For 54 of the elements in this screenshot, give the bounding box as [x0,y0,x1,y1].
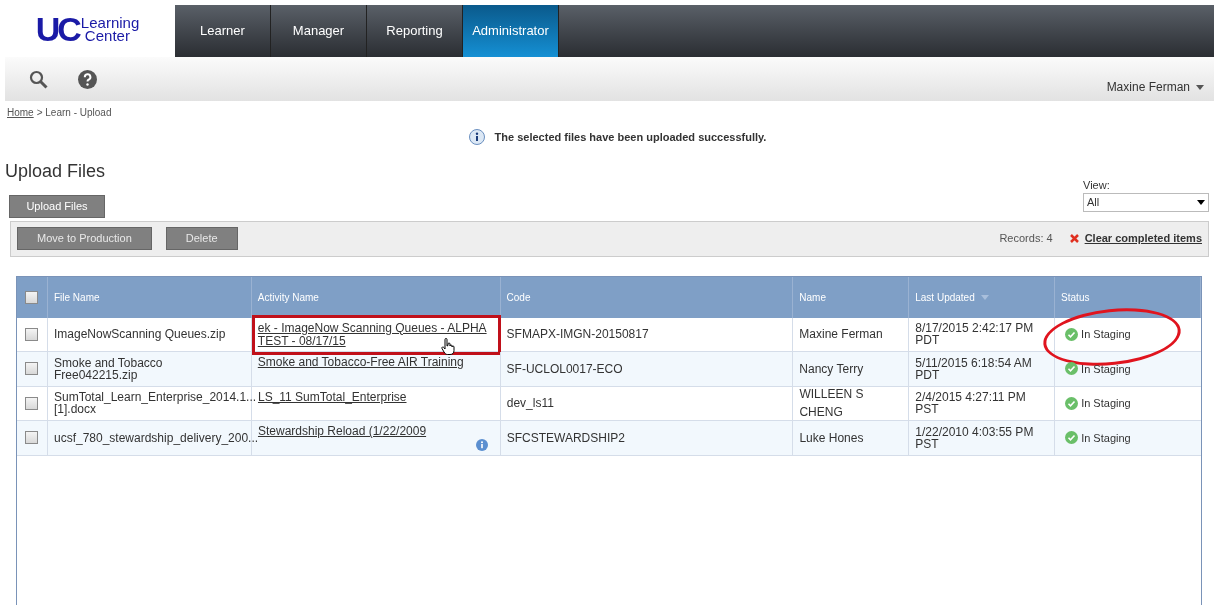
caret-icon [1197,200,1205,205]
activity-link[interactable]: LS_11 SumTotal_Enterprise [257,390,407,404]
page-title: Upload Files [5,159,106,183]
upload-files-button[interactable]: Upload Files [9,194,105,218]
clear-completed-link[interactable]: Clear completed items [1084,230,1202,247]
status-text: In Staging [1081,430,1131,446]
table-cell-text: SF-UCLOL0017-ECO [506,360,623,378]
logo-initials: UC [35,12,79,46]
success-message: The selected files have been uploaded successfully. [494,130,767,145]
table-cell-text: WILLEEN S CHENG [799,386,865,422]
table-cell: ucsf_780_stewardship_delivery_200... [53,431,259,444]
breadcrumb-text: > Learn - Upload [36,106,112,120]
table-cell-text: Nancy Terry [799,360,864,378]
check-icon [1065,327,1079,341]
table-cell-text: Smoke and Tobacco Free042215.zip [53,356,164,381]
status-text: In Staging [1081,327,1131,342]
user-menu[interactable]: Maxine Ferman [1106,78,1204,96]
status-text: In Staging [1081,396,1131,411]
checkbox[interactable] [25,290,39,304]
table-cell: ImageNowScanning Queues.zip [53,328,226,341]
breadcrumb-link[interactable]: Home [7,105,34,120]
view-dropdown[interactable]: All [1083,193,1209,212]
checkbox[interactable] [25,362,39,376]
records-count: Records: 4 [999,231,1053,247]
table-cell-text: dev_ls11 [506,395,554,413]
checkbox[interactable] [25,327,39,341]
table-cell-text: Maxine Ferman [799,326,883,344]
checkbox[interactable] [25,396,39,410]
table-cell-text: SFMAPX-IMGN-20150817 [506,326,649,344]
view-label: View: [1083,177,1111,193]
search-icon[interactable] [29,69,48,89]
caret-icon [1196,84,1204,90]
table-cell: SumTotal_Learn_Enterprise_2014.1... [1].docx [53,391,257,416]
status-text: In Staging [1081,361,1131,377]
activity-link[interactable]: Smoke and Tobacco-Free AIR Training [257,356,464,369]
check-icon [1065,431,1079,445]
info-icon[interactable] [475,438,488,451]
nav-tab[interactable]: Administrator [463,5,559,57]
check-icon [1065,362,1079,376]
check-icon [1065,396,1079,410]
table-cell-text: 8/17/2015 2:42:17 PM PDT [915,322,1035,347]
checkbox[interactable] [25,431,39,445]
logo-text: Learning [80,16,140,29]
close-icon[interactable] [1068,233,1080,244]
info-icon [468,129,485,146]
activity-link[interactable]: ek - ImageNow Scanning Queues - ALPHA TEST - 08/17/15 [257,321,494,348]
table-cell-text: Luke Hones [799,429,864,447]
help-icon[interactable] [78,69,97,89]
table-cell-text: SFCSTEWARDSHIP2 [506,429,625,447]
table-cell-text: 5/11/2015 6:18:54 AM PDT [915,356,1033,381]
activity-link[interactable]: Stewardship Reload (1/22/2009 [257,425,427,438]
logo-text: Center [84,29,130,42]
table-cell-text: 2/4/2015 4:27:11 PM PST [915,391,1027,416]
table-cell-text: 1/22/2010 4:03:55 PM PST [915,425,1035,450]
